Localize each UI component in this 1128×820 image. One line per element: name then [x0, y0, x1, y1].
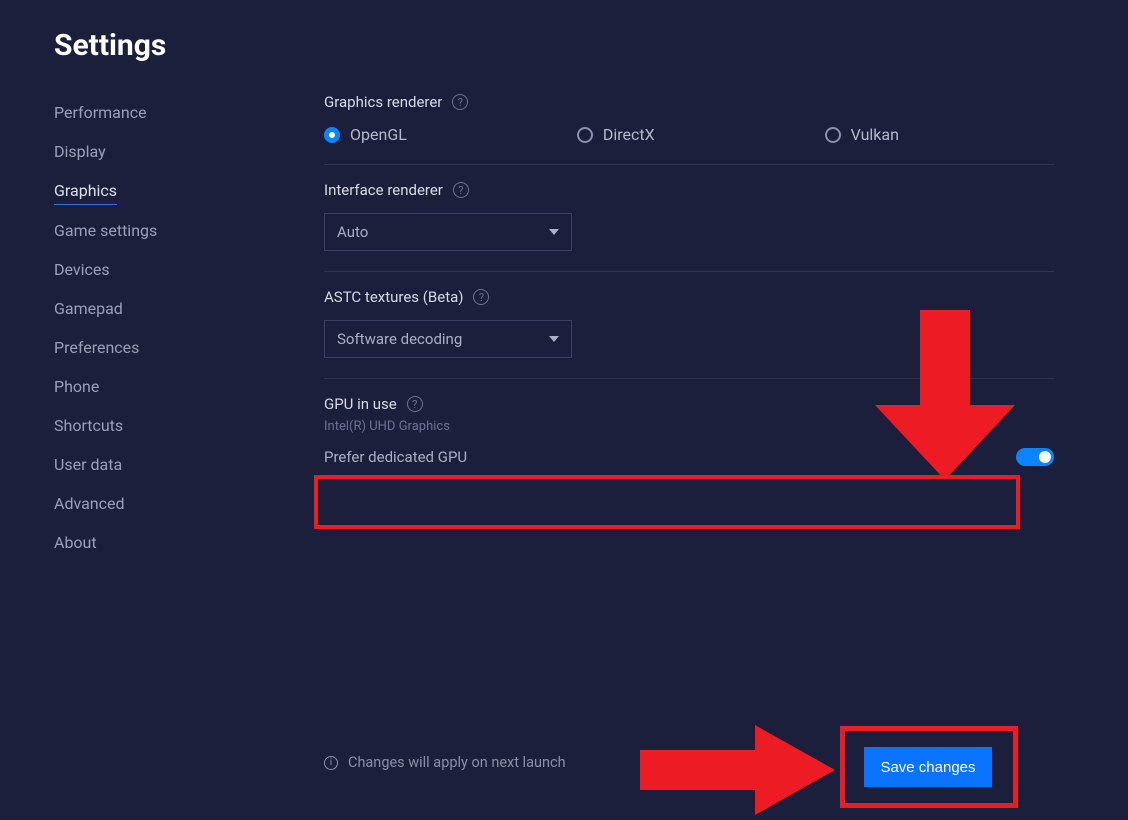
help-icon[interactable]: ? [407, 396, 423, 412]
sidebar-item-graphics[interactable]: Graphics [54, 171, 117, 205]
sidebar-item-gamepad[interactable]: Gamepad [54, 289, 123, 328]
info-icon: i [324, 756, 338, 770]
help-icon[interactable]: ? [473, 289, 489, 305]
radio-opengl[interactable]: OpenGL [324, 125, 407, 144]
footer-note-text: Changes will apply on next launch [348, 754, 566, 771]
prefer-dedicated-gpu-label: Prefer dedicated GPU [324, 448, 467, 466]
footer-note: i Changes will apply on next launch [324, 754, 566, 771]
gpu-in-use-label: GPU in use [324, 395, 397, 413]
page-title: Settings [54, 28, 1074, 63]
radio-vulkan[interactable]: Vulkan [825, 125, 899, 144]
radio-opengl-label: OpenGL [350, 125, 407, 144]
interface-renderer-value: Auto [337, 223, 368, 241]
radio-dot-icon [825, 127, 841, 143]
help-icon[interactable]: ? [453, 182, 469, 198]
sidebar-item-user-data[interactable]: User data [54, 445, 122, 484]
sidebar-item-about[interactable]: About [54, 523, 97, 562]
sidebar-item-shortcuts[interactable]: Shortcuts [54, 406, 123, 445]
sidebar-item-game-settings[interactable]: Game settings [54, 211, 157, 250]
sidebar-item-display[interactable]: Display [54, 132, 106, 171]
graphics-panel: Graphics renderer ? OpenGL DirectX Vulka… [324, 93, 1074, 562]
sidebar-item-performance[interactable]: Performance [54, 93, 147, 132]
sidebar-item-preferences[interactable]: Preferences [54, 328, 139, 367]
radio-directx[interactable]: DirectX [577, 125, 655, 144]
astc-textures-select[interactable]: Software decoding [324, 320, 572, 358]
radio-directx-label: DirectX [603, 125, 655, 144]
interface-renderer-label: Interface renderer [324, 181, 443, 199]
astc-textures-label: ASTC textures (Beta) [324, 288, 463, 306]
annotation-arrow-right-icon [640, 720, 840, 820]
radio-dot-icon [577, 127, 593, 143]
sidebar-item-phone[interactable]: Phone [54, 367, 99, 406]
save-button[interactable]: Save changes [864, 747, 992, 787]
gpu-current-value: Intel(R) UHD Graphics [324, 419, 1054, 434]
astc-textures-value: Software decoding [337, 330, 462, 348]
prefer-dedicated-gpu-toggle[interactable] [1016, 448, 1054, 466]
graphics-renderer-options: OpenGL DirectX Vulkan [324, 125, 1054, 144]
chevron-down-icon [549, 336, 559, 342]
help-icon[interactable]: ? [452, 94, 468, 110]
interface-renderer-select[interactable]: Auto [324, 213, 572, 251]
chevron-down-icon [549, 229, 559, 235]
settings-sidebar: Performance Display Graphics Game settin… [54, 93, 324, 562]
sidebar-item-advanced[interactable]: Advanced [54, 484, 125, 523]
sidebar-item-devices[interactable]: Devices [54, 250, 110, 289]
radio-vulkan-label: Vulkan [851, 125, 899, 144]
radio-dot-icon [324, 127, 340, 143]
graphics-renderer-label: Graphics renderer [324, 93, 442, 111]
